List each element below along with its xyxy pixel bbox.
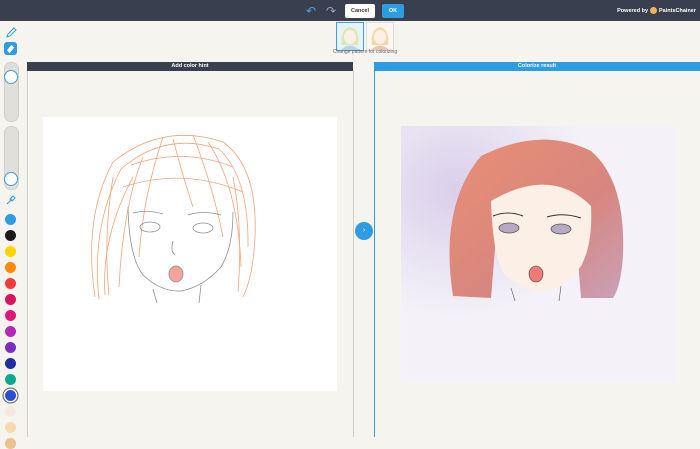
eraser-tool[interactable] — [4, 42, 17, 55]
color-swatch[interactable] — [5, 230, 16, 241]
color-swatch[interactable] — [5, 422, 16, 433]
powered-by-label: Powered by — [617, 7, 649, 14]
colorize-result-panel — [374, 71, 700, 437]
ok-button[interactable]: OK — [382, 4, 404, 18]
color-swatch[interactable] — [5, 358, 16, 369]
eraser-icon — [6, 44, 15, 54]
color-swatch[interactable] — [5, 438, 16, 449]
color-swatch[interactable] — [5, 262, 16, 273]
pattern-thumb-1[interactable] — [336, 22, 364, 51]
colorize-arrow-button[interactable]: › — [355, 222, 373, 240]
eyedropper-tool[interactable] — [4, 193, 17, 206]
hint-canvas[interactable] — [43, 117, 337, 391]
cancel-button[interactable]: Cancel — [345, 4, 375, 18]
top-bar: ↶ ↷ Cancel OK Powered by PaintsChainer — [0, 0, 700, 21]
color-swatch[interactable] — [5, 374, 16, 385]
line-art-sketch — [91, 134, 256, 304]
pencil-icon — [5, 26, 17, 38]
brand-name: PaintsChainer — [659, 7, 696, 14]
color-swatch[interactable] — [5, 342, 16, 353]
powered-by: Powered by PaintsChainer — [617, 7, 696, 14]
brush-opacity-slider[interactable] — [4, 126, 19, 190]
brush-opacity-knob[interactable] — [4, 172, 18, 186]
left-panel-title: Add color hint — [27, 62, 353, 71]
pattern-thumb-2-image — [367, 23, 393, 50]
color-swatch[interactable] — [5, 246, 16, 257]
color-swatch[interactable] — [5, 294, 16, 305]
pencil-tool[interactable] — [4, 26, 17, 39]
paintschainer-logo-icon — [650, 7, 658, 14]
result-image — [401, 126, 677, 382]
redo-icon[interactable]: ↷ — [324, 4, 338, 18]
pattern-caption: Change pattern for colorizing — [332, 49, 398, 55]
color-swatch[interactable] — [5, 326, 16, 337]
color-swatch[interactable] — [5, 310, 16, 321]
color-swatch[interactable] — [5, 406, 16, 417]
color-swatch[interactable] — [5, 214, 16, 225]
eyedropper-icon — [6, 194, 16, 204]
brush-size-slider[interactable] — [4, 62, 19, 122]
brush-size-knob[interactable] — [4, 70, 18, 84]
color-swatch[interactable] — [5, 390, 16, 401]
color-swatch[interactable] — [5, 278, 16, 289]
color-hint-panel — [27, 71, 354, 437]
right-panel-title: Colorize result — [374, 62, 700, 71]
colorized-portrait — [401, 126, 677, 382]
undo-icon[interactable]: ↶ — [304, 4, 318, 18]
pattern-thumb-1-image — [337, 23, 363, 50]
pattern-thumb-2[interactable] — [366, 22, 394, 51]
